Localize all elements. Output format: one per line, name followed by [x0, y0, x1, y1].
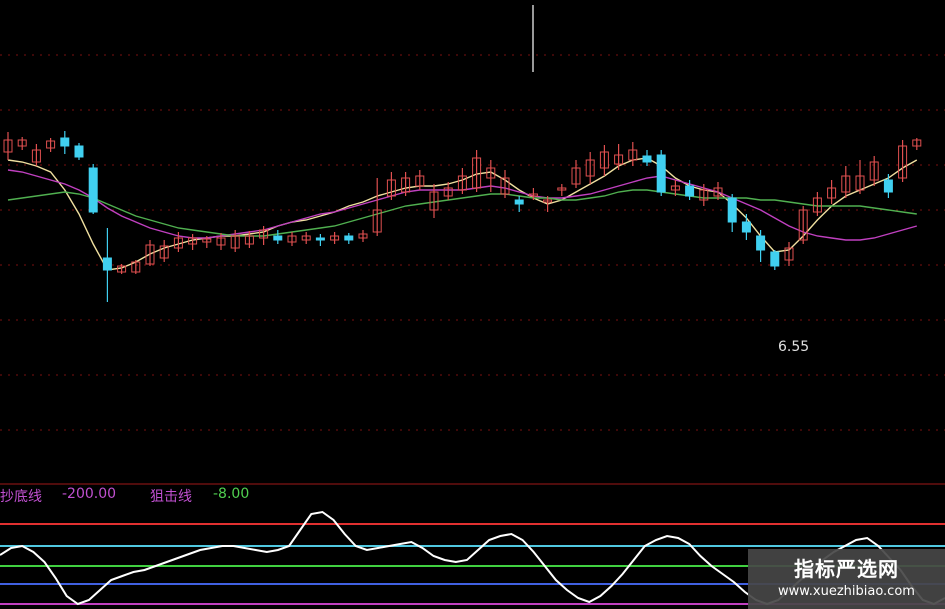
- sniper-line-value: -8.00: [213, 486, 250, 502]
- candle-body: [88, 167, 98, 213]
- candle-body: [273, 235, 283, 241]
- candle-body: [74, 145, 84, 158]
- sniper-line-label: 狙击线: [150, 489, 192, 505]
- watermark-url: www.xuezhibiao.com: [778, 584, 915, 599]
- watermark-badge: 指标严选网 www.xuezhibiao.com: [748, 549, 945, 609]
- candle-body: [514, 199, 524, 205]
- candle-body: [656, 154, 666, 193]
- candle-body: [642, 155, 652, 163]
- candle-body: [102, 257, 112, 271]
- candle-body: [756, 235, 766, 251]
- bottom-line-label: 抄底线: [0, 489, 42, 505]
- chart-canvas: [0, 5, 945, 606]
- candle-body: [770, 251, 780, 267]
- candle-body: [344, 235, 354, 241]
- low-price-annotation: 6.55: [778, 339, 810, 355]
- candle-body: [883, 179, 893, 193]
- watermark-title: 指标严选网: [794, 557, 899, 581]
- candle-body: [727, 197, 737, 223]
- grid-lines: [0, 5, 945, 485]
- candle-body: [315, 237, 325, 241]
- candlestick-series: [3, 131, 922, 302]
- candle-body: [685, 185, 695, 197]
- candle-body: [741, 221, 751, 233]
- bottom-line-value: -200.00: [62, 486, 117, 502]
- ma-line: [7, 189, 917, 237]
- candle-body: [60, 137, 70, 147]
